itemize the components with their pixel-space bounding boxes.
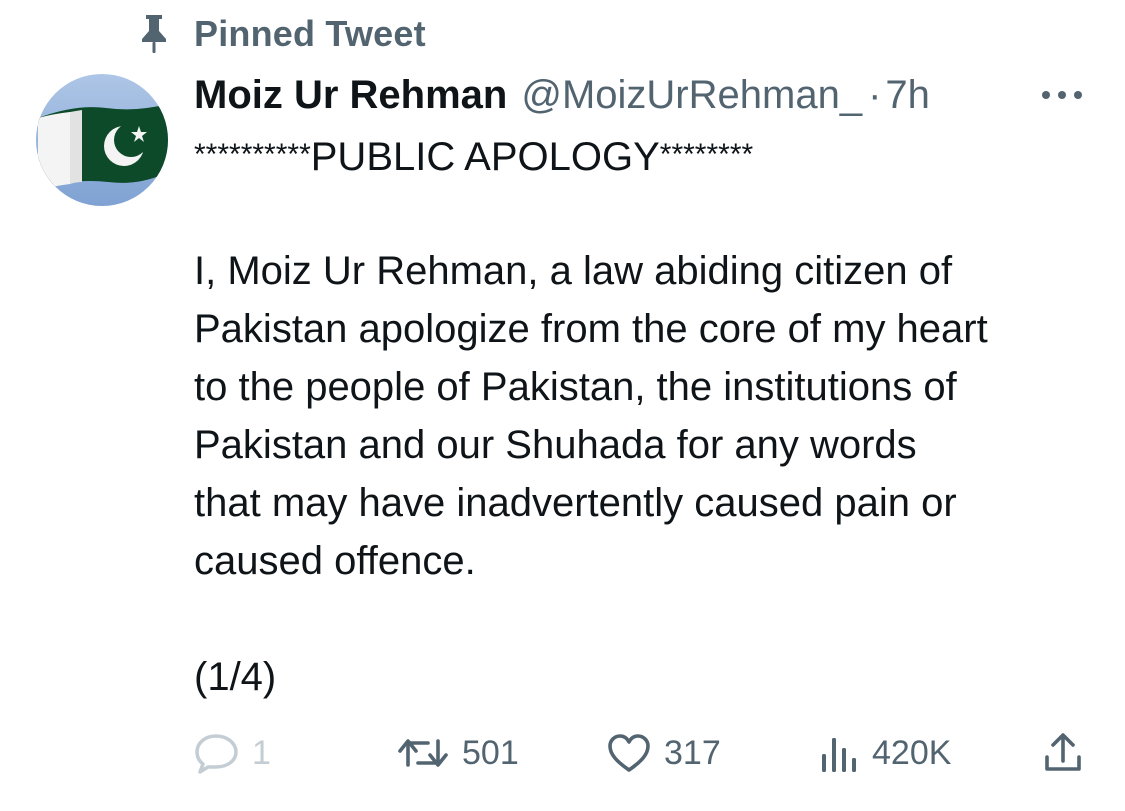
headline-stars-suffix: ******** <box>659 138 754 171</box>
reply-icon <box>195 734 238 774</box>
retweet-icon <box>398 739 448 767</box>
reply-button[interactable]: 1 <box>194 726 271 780</box>
retweet-button[interactable]: 501 <box>396 726 519 780</box>
headline-title: PUBLIC APOLOGY <box>310 135 660 179</box>
author-handle[interactable]: @MoizUrRehman_ <box>521 73 862 118</box>
author-name[interactable]: Moiz Ur Rehman <box>194 73 507 118</box>
tweet-timestamp[interactable]: 7h <box>885 73 930 118</box>
more-icon <box>1042 91 1082 99</box>
share-icon <box>1045 733 1081 771</box>
like-count: 317 <box>664 733 721 772</box>
like-button[interactable]: 317 <box>606 726 721 780</box>
views-chart-icon <box>822 738 856 772</box>
tweet-text: **********PUBLIC APOLOGY******** I, Moiz… <box>194 126 1109 706</box>
tweet-headline: **********PUBLIC APOLOGY******** <box>194 126 1109 184</box>
share-button[interactable] <box>1042 726 1084 780</box>
reply-count: 1 <box>252 733 271 772</box>
pakistan-flag-avatar <box>36 74 168 206</box>
thread-counter: (1/4) <box>194 655 277 699</box>
pinned-tweet-indicator: Pinned Tweet <box>134 10 426 58</box>
avatar[interactable] <box>36 74 168 206</box>
tweet-body: I, Moiz Ur Rehman, a law abiding citizen… <box>194 249 988 583</box>
views-count: 420K <box>872 733 952 772</box>
tweet-header: Moiz Ur Rehman @MoizUrRehman_ · 7h <box>194 68 930 122</box>
separator-dot: · <box>868 72 882 117</box>
views-button[interactable]: 420K <box>818 726 951 780</box>
more-options-button[interactable] <box>1038 80 1086 110</box>
heart-icon <box>608 734 650 772</box>
retweet-count: 501 <box>462 733 519 772</box>
headline-stars-prefix: ********** <box>194 138 311 171</box>
pinned-label: Pinned Tweet <box>194 13 426 54</box>
pin-icon <box>134 12 174 56</box>
tweet-actions: 1 501 317 420K <box>194 726 1094 780</box>
